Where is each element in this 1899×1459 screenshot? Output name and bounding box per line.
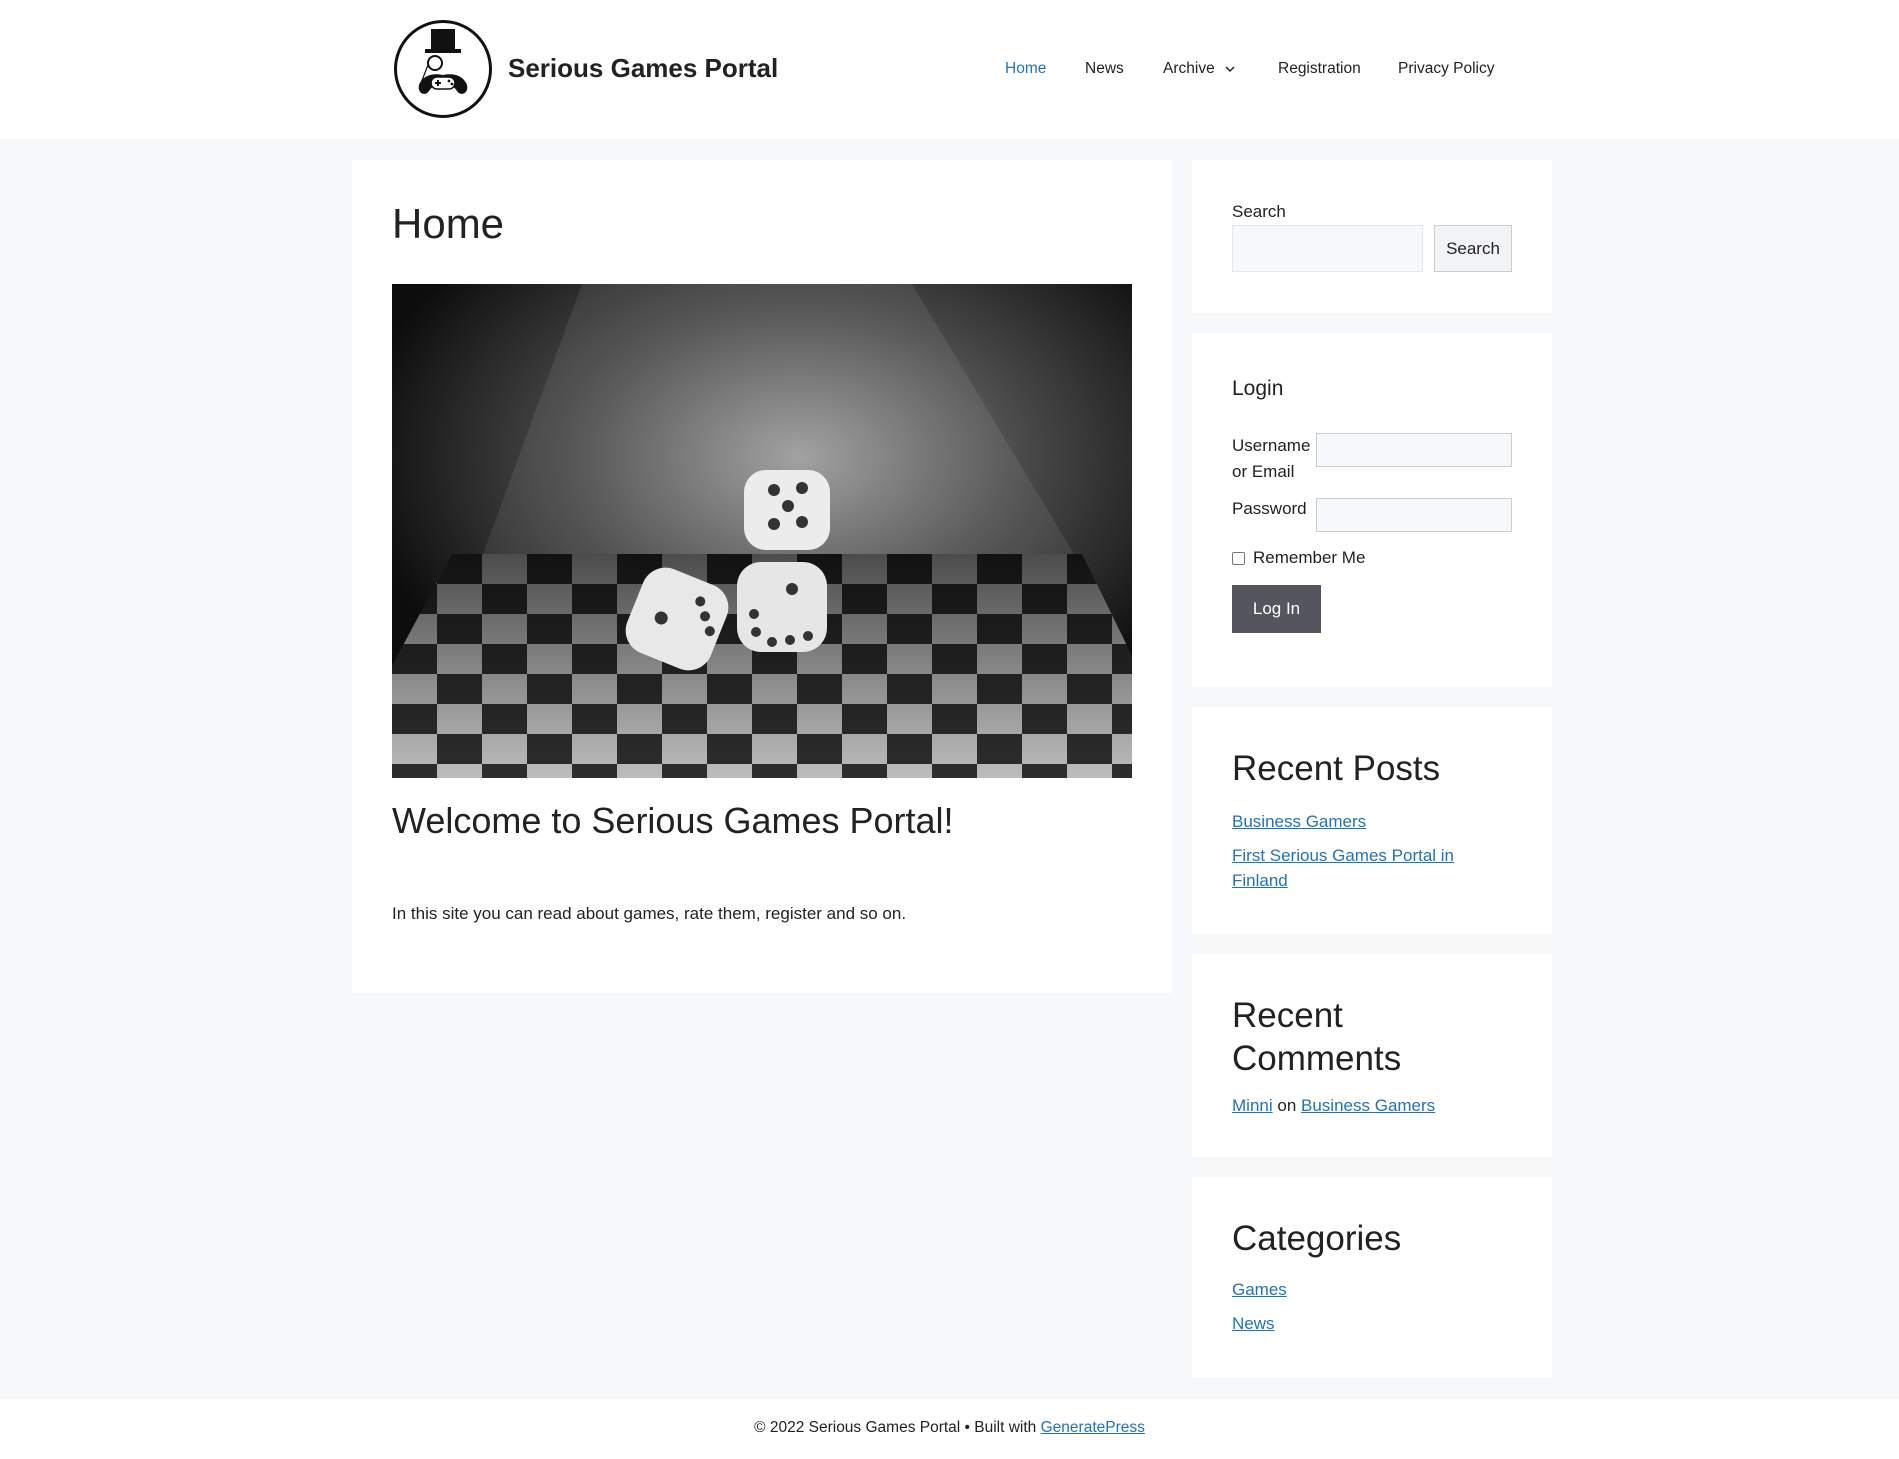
category-link-games[interactable]: Games [1232,1277,1287,1302]
comment-connector: on [1277,1096,1297,1115]
footer-generatepress-link[interactable]: GeneratePress [1041,1419,1145,1436]
site-header: Serious Games Portal Home News Archive R… [0,0,1899,139]
login-button[interactable]: Log In [1232,585,1321,633]
recent-post-link[interactable]: Business Gamers [1232,809,1366,834]
site-footer: © 2022 Serious Games Portal • Built with… [0,1399,1899,1459]
nav-item-home[interactable]: Home [1005,60,1046,78]
login-widget: Login Username or Email Password Remembe… [1192,333,1552,687]
login-heading: Login [1232,377,1284,400]
username-field[interactable] [1316,433,1512,467]
recent-posts-widget: Recent Posts Business Gamers First Serio… [1192,707,1552,934]
remember-me-checkbox[interactable] [1232,552,1245,565]
recent-posts-heading: Recent Posts [1232,749,1441,788]
welcome-heading: Welcome to Serious Games Portal! [392,800,954,841]
nav-item-archive[interactable]: Archive [1163,60,1235,78]
username-label: Username or Email [1232,436,1311,481]
nav-item-archive-label: Archive [1163,60,1215,78]
comment-post-link[interactable]: Business Gamers [1301,1096,1435,1115]
nav-item-news[interactable]: News [1085,60,1124,78]
search-input[interactable] [1232,225,1423,272]
featured-image [392,284,1132,778]
remember-me-label: Remember Me [1253,548,1366,567]
main-content: Home Welcome to Serious Games Portal! In… [352,160,1172,993]
search-button[interactable]: Search [1434,225,1512,272]
recent-comments-heading: Recent Comments [1232,996,1402,1078]
password-field[interactable] [1316,498,1512,532]
categories-widget: Categories Games News [1192,1177,1552,1378]
category-link-news[interactable]: News [1232,1311,1275,1336]
recent-comment-item: Minni on Business Gamers [1232,1096,1435,1116]
recent-post-link[interactable]: First Serious Games Portal in Finland [1232,843,1482,893]
recent-comments-widget: Recent Comments Minni on Business Gamers [1192,954,1552,1157]
site-logo[interactable] [394,20,492,118]
footer-copyright: © 2022 Serious Games Portal • Built with [754,1419,1037,1436]
nav-item-privacy-policy[interactable]: Privacy Policy [1398,60,1494,78]
search-widget: Search Search [1192,160,1552,313]
nav-item-registration[interactable]: Registration [1278,60,1361,78]
search-label: Search [1232,202,1286,221]
chevron-down-icon [1225,60,1235,78]
page-title: Home [392,200,505,247]
footer-text: © 2022 Serious Games Portal • Built with… [0,1419,1899,1437]
intro-text: In this site you can read about games, r… [392,904,907,923]
comment-author-link[interactable]: Minni [1232,1096,1273,1115]
password-label: Password [1232,499,1307,518]
site-title[interactable]: Serious Games Portal [508,53,778,84]
categories-heading: Categories [1232,1219,1402,1258]
